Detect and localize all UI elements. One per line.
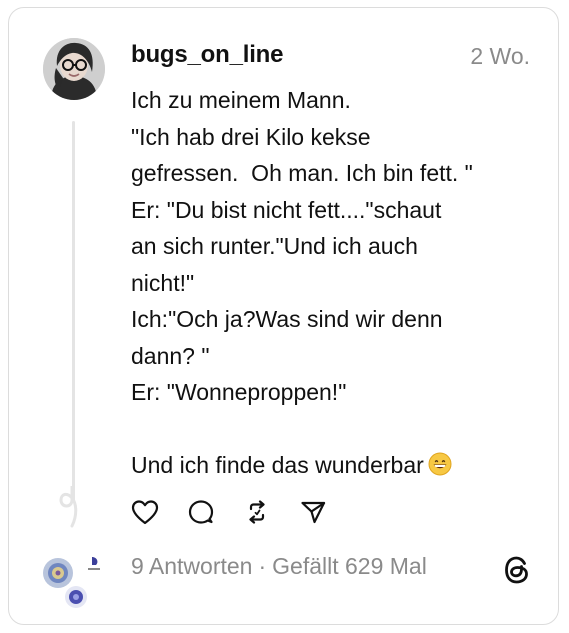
like-button[interactable] bbox=[131, 496, 187, 528]
avatar-photo-icon bbox=[43, 38, 105, 100]
post-card: bugs_on_line 2 Wo. Ich zu meinem Mann. "… bbox=[8, 7, 559, 625]
reply-avatar bbox=[81, 552, 107, 578]
post-text-line: Ich zu meinem Mann. bbox=[131, 87, 351, 113]
comment-icon bbox=[188, 500, 214, 524]
post-text-line: Und ich finde das wunderbar bbox=[131, 452, 424, 478]
grinning-face-emoji-icon bbox=[428, 452, 452, 476]
repost-icon bbox=[249, 500, 265, 524]
post-text: Ich zu meinem Mann. "Ich hab drei Kilo k… bbox=[131, 82, 541, 484]
reply-avatars[interactable] bbox=[39, 546, 109, 616]
post-text-line: gefressen. Oh man. Ich bin fett. " bbox=[131, 160, 473, 186]
post-text-last-line: Und ich finde das wunderbar bbox=[131, 447, 541, 484]
thread-line bbox=[72, 121, 75, 501]
repost-button[interactable] bbox=[243, 496, 299, 528]
post-stats: 9 Antworten · Gefällt 629 Mal bbox=[131, 553, 427, 580]
reply-count[interactable]: 9 Antworten bbox=[131, 553, 252, 579]
timestamp[interactable]: 2 Wo. bbox=[470, 43, 530, 70]
post-text-line: dann? " bbox=[131, 342, 210, 369]
share-button[interactable] bbox=[299, 496, 355, 528]
reply-avatar bbox=[63, 584, 89, 610]
thread-loop-icon bbox=[59, 486, 78, 528]
stats-separator: · bbox=[258, 553, 267, 579]
like-count[interactable]: Gefällt 629 Mal bbox=[272, 553, 427, 579]
reply-avatar-photo-icon bbox=[43, 558, 73, 588]
post-text-line: Er: "Wonneproppen!" bbox=[131, 379, 347, 405]
reply-avatar-photo-icon bbox=[65, 586, 87, 608]
post-text-line: an sich runter."Und ich auch bbox=[131, 233, 418, 259]
post-text-line: nicht!" bbox=[131, 269, 195, 296]
reply-avatar-photo-icon bbox=[83, 554, 105, 576]
action-bar bbox=[131, 496, 355, 528]
post-text-line: "Ich hab drei Kilo kekse bbox=[131, 123, 371, 150]
heart-icon bbox=[131, 500, 159, 525]
username[interactable]: bugs_on_line bbox=[131, 41, 283, 69]
post-text-line: Er: "Du bist nicht fett...."schaut bbox=[131, 196, 442, 223]
share-icon bbox=[301, 501, 326, 524]
threads-logo-icon[interactable] bbox=[502, 554, 532, 586]
reply-button[interactable] bbox=[187, 496, 243, 528]
post-text-line: Ich:"Och ja?Was sind wir denn bbox=[131, 306, 443, 332]
post-text-line bbox=[131, 411, 541, 448]
avatar[interactable] bbox=[43, 38, 105, 100]
